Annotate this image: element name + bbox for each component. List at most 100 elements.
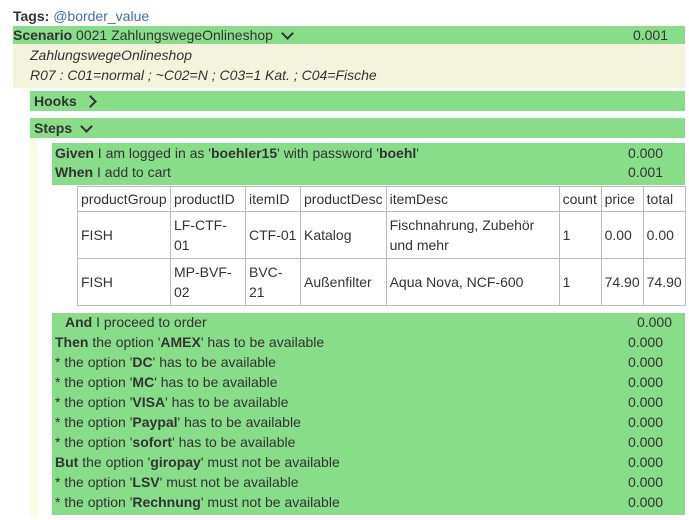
step-row: * the option 'VISA' has to be available … — [55, 392, 683, 412]
step-param: boehler15 — [210, 145, 278, 161]
step-row: But the option 'giropay' must not be ava… — [55, 452, 683, 472]
table-cell: 1 — [558, 211, 602, 259]
scenario-duration: 0.001 — [632, 27, 668, 43]
step-duration: 0.000 — [627, 414, 663, 430]
table-header: total — [642, 186, 686, 212]
step-row: * the option 'sofort' has to be availabl… — [55, 432, 683, 452]
step-param: boehl — [378, 145, 417, 161]
step-text: ' has to be available — [154, 374, 278, 390]
table-cell: Außenfilter — [300, 258, 387, 306]
table-row: FISH LF-CTF-01 CTF-01 Katalog Fischnahru… — [77, 211, 686, 259]
chevron-down-icon[interactable] — [80, 120, 93, 134]
tags-line: Tags: @border_value — [13, 7, 149, 25]
table-cell: Fischnahrung, Zubehör und mehr — [385, 211, 560, 259]
step-keyword: But — [55, 454, 79, 470]
table-cell: FISH — [77, 258, 171, 306]
step-text: the option ' — [78, 454, 151, 470]
step-duration: 0.001 — [627, 164, 663, 180]
table-cell: CTF-01 — [245, 211, 301, 259]
table-header: productID — [170, 186, 246, 212]
scenario-description: ZahlungswegeOnlineshop R07 : C01=normal … — [13, 44, 685, 88]
step-row: Then the option 'AMEX' has to be availab… — [55, 332, 683, 352]
table-row: FISH MP-BVF-02 BVC-21 Außenfilter Aqua N… — [77, 258, 686, 306]
step-text: ' has to be available — [177, 414, 301, 430]
table-cell: 1 — [558, 258, 602, 306]
step-duration: 0.000 — [627, 454, 663, 470]
step-text: the option ' — [88, 334, 161, 350]
step-text: the option ' — [60, 354, 133, 370]
step-row: When I add to cart 0.001 — [55, 162, 683, 182]
step-text: the option ' — [60, 394, 133, 410]
step-param: sofort — [132, 434, 173, 450]
table-header: itemDesc — [385, 186, 560, 212]
step-row: * the option 'MC' has to be available 0.… — [55, 372, 683, 392]
step-text: ' must not be available — [159, 474, 299, 490]
steps-body-margin — [30, 138, 38, 518]
table-header: productDesc — [300, 186, 387, 212]
table-header: productGroup — [77, 186, 171, 212]
tags-label: Tags: — [13, 8, 50, 24]
step-text: ' must not be available — [200, 454, 340, 470]
table-header-row: productGroup productID itemID productDes… — [77, 186, 686, 212]
step-text: ' with password ' — [277, 145, 379, 161]
table-cell: BVC-21 — [245, 258, 301, 306]
step-block-top: Given I am logged in as 'boehler15' with… — [52, 143, 685, 185]
data-table: productGroup productID itemID productDes… — [77, 186, 686, 306]
scenario-desc-line1: ZahlungswegeOnlineshop — [30, 47, 192, 63]
chevron-right-icon[interactable] — [83, 94, 97, 108]
table-cell: 74.90 — [600, 258, 644, 306]
table-cell: FISH — [77, 211, 171, 259]
table-cell: 0.00 — [600, 211, 644, 259]
table-cell: MP-BVF-02 — [170, 258, 246, 306]
step-param: DC — [132, 354, 153, 370]
step-duration: 0.000 — [627, 354, 663, 370]
step-text: the option ' — [60, 414, 133, 430]
step-row: * the option 'DC' has to be available 0.… — [55, 352, 683, 372]
step-text: the option ' — [60, 434, 133, 450]
step-duration: 0.000 — [627, 494, 663, 510]
step-param: Rechnung — [132, 494, 201, 510]
steps-section[interactable]: Steps — [30, 118, 685, 138]
chevron-down-icon[interactable] — [280, 27, 294, 41]
table-cell: 0.00 — [642, 211, 686, 259]
table-cell: LF-CTF-01 — [170, 211, 246, 259]
step-row: And I proceed to order 0.000 — [65, 312, 683, 332]
table-header: itemID — [245, 186, 301, 212]
step-text: the option ' — [60, 374, 133, 390]
step-keyword: When — [55, 164, 94, 180]
table-cell: Aqua Nova, NCF-600 — [385, 258, 560, 306]
step-text: ' must not be available — [200, 494, 340, 510]
hooks-section[interactable]: Hooks — [30, 91, 685, 111]
step-text: ' has to be available — [172, 434, 296, 450]
step-block-bottom: And I proceed to order 0.000 Then the op… — [52, 313, 685, 515]
step-text: I am logged in as ' — [93, 145, 211, 161]
tag-link[interactable]: @border_value — [53, 8, 149, 24]
step-keyword: And — [65, 314, 93, 330]
step-param: giropay — [150, 454, 201, 470]
step-keyword: Then — [55, 334, 89, 350]
step-row: Given I am logged in as 'boehler15' with… — [55, 143, 683, 163]
step-text: ' has to be available — [165, 394, 289, 410]
step-text: the option ' — [60, 474, 133, 490]
scenario-keyword: Scenario — [13, 27, 73, 43]
hooks-label: Hooks — [34, 93, 77, 109]
step-param: LSV — [132, 474, 160, 490]
step-keyword: Given — [55, 145, 94, 161]
step-duration: 0.000 — [627, 434, 663, 450]
step-row: * the option 'Paypal' has to be availabl… — [55, 412, 683, 432]
table-cell: Katalog — [300, 211, 387, 259]
scenario-desc-line2: R07 : C01=normal ; ~C02=N ; C03=1 Kat. ;… — [30, 67, 377, 83]
table-header: count — [558, 186, 602, 212]
step-duration: 0.000 — [627, 474, 663, 490]
step-param: Paypal — [132, 414, 178, 430]
step-row: * the option 'LSV' must not be available… — [55, 472, 683, 492]
step-text: ' — [416, 145, 419, 161]
step-text: I add to cart — [93, 164, 171, 180]
step-duration: 0.000 — [636, 314, 672, 330]
step-text: the option ' — [60, 494, 133, 510]
steps-label: Steps — [34, 120, 73, 136]
scenario-header[interactable]: Scenario 0021 ZahlungswegeOnlineshop 0.0… — [13, 26, 685, 44]
table-header: price — [600, 186, 644, 212]
step-duration: 0.000 — [627, 334, 663, 350]
step-text: I proceed to order — [92, 314, 207, 330]
